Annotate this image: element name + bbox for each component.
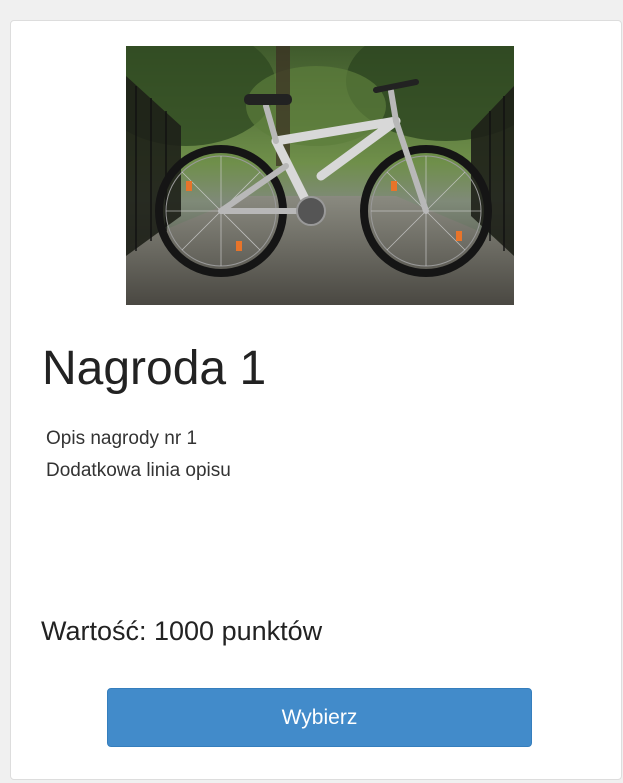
choose-button[interactable]: Wybierz (107, 688, 532, 747)
description-line: Dodatkowa linia opisu (46, 460, 231, 481)
prize-card: Nagroda 1 Opis nagrody nr 1 Dodatkowa li… (10, 20, 622, 780)
description-line: Opis nagrody nr 1 (46, 428, 198, 449)
prize-title: Nagroda 1 (42, 342, 267, 395)
prize-value: Wartość: 1000 punktów (41, 616, 323, 646)
prize-description: Opis nagrody nr 1 Dodatkowa linia opisu (46, 423, 231, 487)
prize-image (126, 46, 514, 305)
bicycle-photo-illustration (126, 46, 514, 305)
